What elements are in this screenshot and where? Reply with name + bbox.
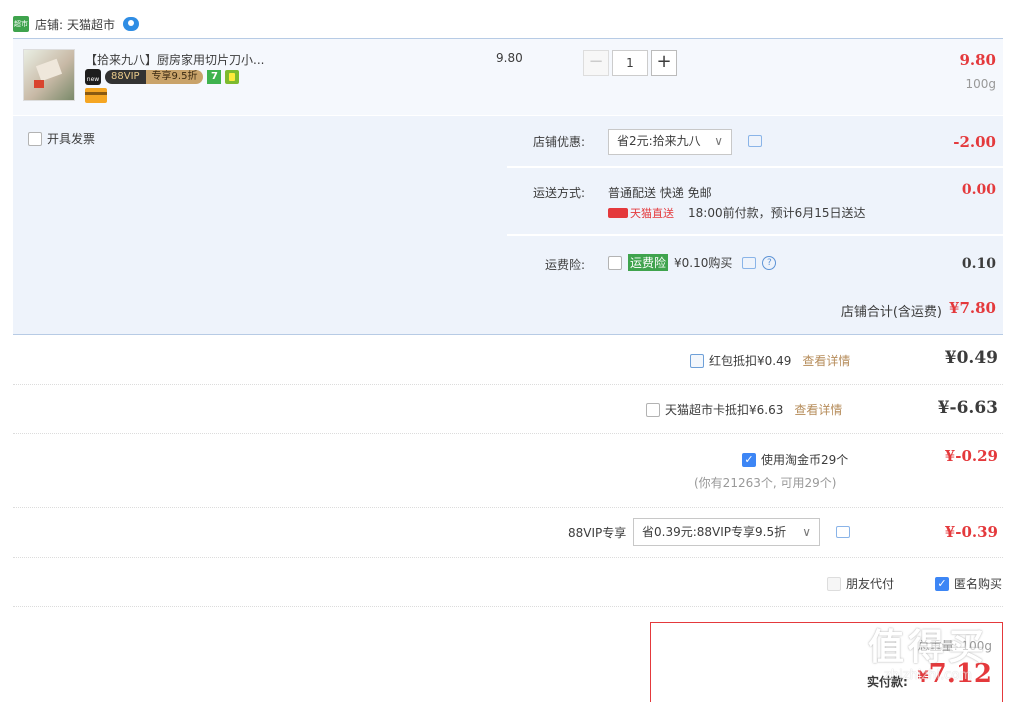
coins-checkbox[interactable]: ✓ [742, 452, 756, 467]
invoice-checkbox[interactable] [28, 131, 42, 146]
tmall-cat-icon: new [85, 69, 101, 85]
shipping-method: 普通配送 快递 免邮 [608, 186, 712, 200]
insurance-checkbox[interactable] [608, 255, 622, 270]
redpacket-details-link[interactable]: 查看详情 [802, 352, 850, 369]
shop-total-amount: ¥7.80 [949, 299, 996, 317]
shop-name[interactable]: 天猫超市 [67, 16, 115, 33]
card-details-link[interactable]: 查看详情 [794, 401, 842, 418]
quantity-stepper: − 1 + [583, 50, 677, 76]
product-thumbnail[interactable] [23, 49, 75, 101]
shop-label: 店铺: [35, 17, 64, 32]
chat-bubble-icon[interactable] [123, 17, 140, 31]
vip-badge: 88VIP 专享9.5折 [105, 70, 204, 84]
card-label: 天猫超市卡抵扣¥6.63 [665, 403, 784, 417]
unit-price: 9.80 [496, 51, 523, 65]
item-total: 9.80 [959, 51, 996, 69]
shop-total-label: 店铺合计(含运费) [840, 305, 942, 320]
redpacket-amount: ¥0.49 [944, 348, 998, 368]
comment-icon[interactable] [742, 256, 757, 269]
shop-discount-select[interactable]: 省2元:拾来九八 ∨ [608, 129, 732, 155]
increase-button[interactable]: + [651, 50, 677, 76]
total-weight: 总重量: 100g [917, 639, 992, 653]
seven-day-return-badge: 7 [207, 70, 222, 84]
shop-header: 超市 店铺: 天猫超市 [13, 14, 140, 34]
decrease-button[interactable]: − [583, 50, 609, 76]
pay-amount: ¥7.12 [917, 659, 992, 689]
tmall-direct-logo: 天猫直送 [608, 205, 674, 221]
redpacket-checkbox[interactable] [690, 353, 704, 368]
shop-discount-amount: -2.00 [953, 133, 996, 151]
coins-sub: (你有21263个, 可用29个) [694, 476, 837, 490]
chevron-down-icon: ∨ [802, 525, 811, 539]
delivery-note: 18:00前付款，预计6月15日送达 [688, 206, 866, 220]
card-payment-icon [85, 88, 107, 103]
pay-label: 实付款: [867, 675, 908, 689]
tmall-cat-icon [608, 207, 628, 218]
payment-summary: 总重量: 100g 实付款: ¥7.12 [650, 622, 1003, 702]
friend-pay-label: 朋友代付 [846, 577, 895, 591]
insurance-amount: 0.10 [961, 256, 996, 272]
order-detail-block: 开具发票 店铺优惠: 省2元:拾来九八 ∨ -2.00 运送方式: 普通配送 快… [13, 116, 1003, 335]
insurance-tag: 运费险 [628, 254, 669, 271]
friend-pay-checkbox[interactable] [827, 576, 841, 591]
help-icon[interactable]: ? [762, 255, 777, 270]
supermarket-icon: 超市 [13, 16, 29, 32]
quantity-input[interactable]: 1 [612, 50, 648, 76]
anonymous-checkbox[interactable]: ✓ [935, 576, 949, 591]
item-weight: 100g [965, 77, 996, 91]
card-amount: ¥-6.63 [937, 398, 998, 418]
android-icon [225, 70, 240, 84]
coins-amount: ¥-0.29 [944, 447, 998, 465]
insurance-price: ¥0.10购买 [674, 256, 733, 270]
vip-label: 88VIP专享 [568, 526, 627, 540]
shop-discount-label: 店铺优惠: [533, 135, 586, 149]
anonymous-label: 匿名购买 [954, 577, 1003, 591]
invoice-label: 开具发票 [47, 132, 96, 146]
coins-label: 使用淘金币29个 [761, 453, 849, 467]
chevron-down-icon: ∨ [714, 134, 723, 148]
shipping-label: 运送方式: [533, 186, 586, 200]
shipping-amount: 0.00 [961, 182, 996, 198]
redpacket-label: 红包抵扣¥0.49 [709, 354, 792, 368]
vip-select[interactable]: 省0.39元:88VIP专享9.5折 ∨ [633, 518, 820, 546]
comment-icon[interactable] [836, 526, 850, 538]
item-row: 【拾来九八】厨房家用切片刀小... new 88VIP 专享9.5折 7 9.8… [13, 38, 1003, 115]
vip-amount: ¥-0.39 [944, 523, 998, 541]
insurance-label: 运费险: [545, 258, 586, 272]
product-title[interactable]: 【拾来九八】厨房家用切片刀小... [85, 51, 264, 68]
comment-icon[interactable] [748, 135, 762, 147]
card-checkbox[interactable] [646, 402, 660, 417]
